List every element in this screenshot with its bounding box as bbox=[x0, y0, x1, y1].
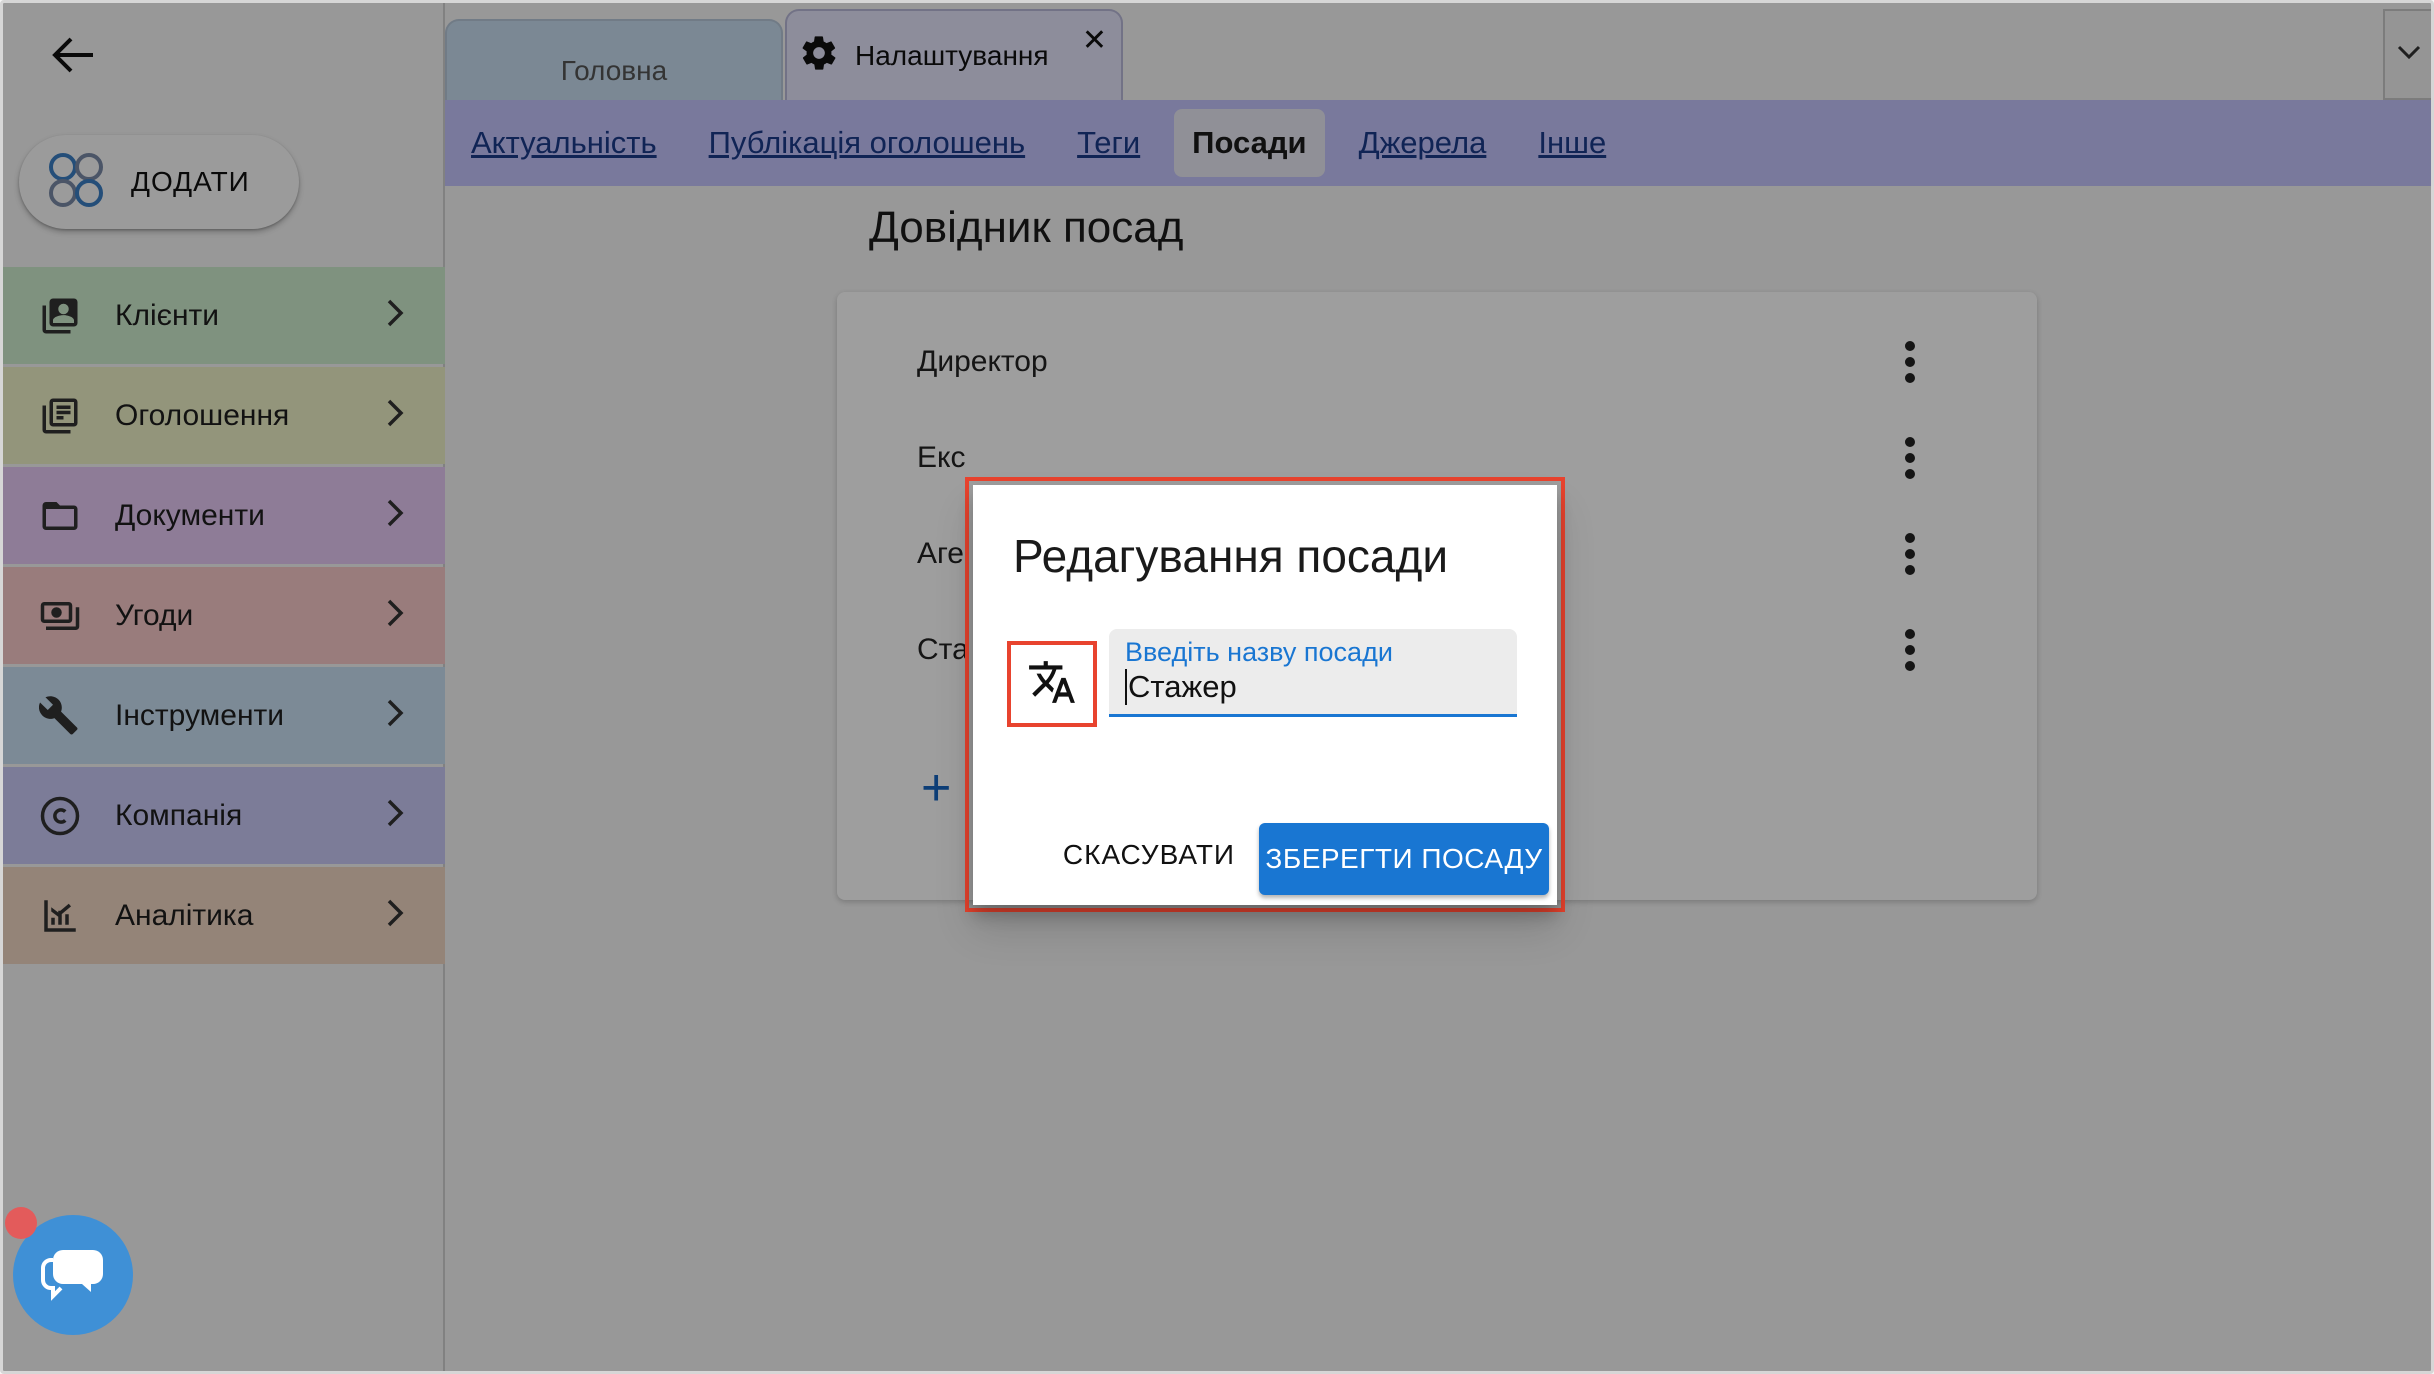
edit-position-dialog: Редагування посади Введіть назву посади … bbox=[973, 485, 1557, 905]
translate-icon bbox=[1027, 657, 1077, 712]
translate-button[interactable] bbox=[1007, 641, 1097, 727]
notification-dot bbox=[5, 1207, 37, 1239]
position-name-field[interactable]: Введіть назву посади Стажер bbox=[1109, 629, 1517, 717]
dialog-title: Редагування посади bbox=[1013, 530, 1449, 582]
chat-bubble-icon bbox=[41, 1244, 105, 1307]
position-name-input[interactable]: Стажер bbox=[1125, 669, 1237, 705]
save-position-button[interactable]: ЗБЕРЕГТИ ПОСАДУ bbox=[1259, 823, 1549, 895]
position-name-label: Введіть назву посади bbox=[1125, 637, 1393, 667]
app-window: Довідник посад Директор Екс Аге Ста + Го… bbox=[0, 0, 2434, 1374]
cancel-button[interactable]: СКАСУВАТИ bbox=[1051, 823, 1247, 887]
